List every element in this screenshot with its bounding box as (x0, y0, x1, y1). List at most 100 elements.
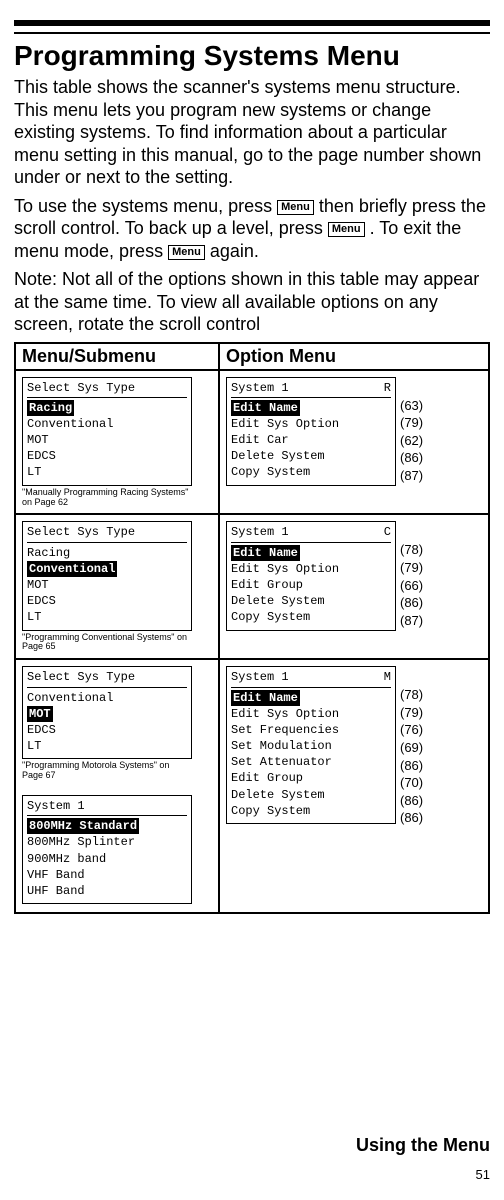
screen-item: Delete System (231, 593, 391, 609)
lcd-screen: System 1 800MHz Standard800MHz Splinter90… (22, 795, 192, 904)
screen-item: EDCS (27, 722, 187, 738)
screen-title: System 1 (27, 798, 187, 816)
table-cell-right: System 1CEdit NameEdit Sys OptionEdit Gr… (219, 514, 489, 659)
screen-item: Conventional (27, 416, 187, 432)
screen-item: Delete System (231, 787, 391, 803)
page-ref: (86) (400, 594, 423, 612)
table-cell-right: System 1R Edit NameEdit Sys OptionEdit Ca… (219, 370, 489, 515)
screen-item: VHF Band (27, 867, 187, 883)
table-cell-left: Select Sys TypeRacingConventionalMOTEDCS… (15, 370, 219, 515)
lcd-screen: Select Sys Type ConventionalMOTEDCSLT (22, 666, 192, 759)
rule-thin (14, 32, 490, 34)
page-ref: (66) (400, 577, 423, 595)
screen-item: EDCS (27, 448, 187, 464)
screen-title: System 1 (231, 669, 289, 685)
screen-item: Edit Car (231, 432, 391, 448)
page-ref: (76) (400, 721, 423, 739)
screen-item: Copy System (231, 464, 391, 480)
screen-item: 800MHz Standard (27, 818, 187, 834)
screen-title-row: System 1 M (231, 669, 391, 687)
table-cell-left: Select Sys Type ConventionalMOTEDCSLT "Pro… (15, 659, 219, 913)
screen-item: Racing (27, 400, 187, 416)
screen-item-highlighted: Edit Name (231, 690, 300, 706)
page-ref: (79) (400, 559, 423, 577)
table-cell-left: Select Sys Type RacingConventionalMOTEDCS… (15, 514, 219, 659)
lcd-screen: System 1R Edit NameEdit Sys OptionEdit Ca… (226, 377, 396, 486)
screen-item-highlighted: 800MHz Standard (27, 818, 139, 834)
section-heading: Programming Systems Menu (14, 40, 490, 72)
menu-table: Menu/Submenu Option Menu Select Sys Type… (14, 342, 490, 915)
intro-paragraph-3: Note: Not all of the options shown in th… (14, 268, 490, 336)
screen-item: Racing (27, 545, 187, 561)
col-header-left: Menu/Submenu (15, 343, 219, 370)
screen-item: Set Frequencies (231, 722, 391, 738)
screen-item: LT (27, 464, 187, 480)
screen-item-highlighted: Edit Name (231, 400, 300, 416)
page-ref-column: (63)(79)(62)(86)(87) (400, 377, 423, 485)
screen-suffix: C (384, 524, 391, 540)
screen-title: System 1 (231, 380, 289, 396)
intro-paragraph-2: To use the systems menu, press Menu then… (14, 195, 490, 263)
screen-item: Edit Sys Option (231, 416, 391, 432)
para2-part-a: To use the systems menu, press (14, 196, 277, 216)
screen-title: Select Sys Type (27, 669, 187, 687)
screen-item: EDCS (27, 593, 187, 609)
option-row: System 1R Edit NameEdit Sys OptionEdit Ca… (226, 377, 482, 488)
lcd-screen: Select Sys TypeRacingConventionalMOTEDCS… (22, 377, 192, 486)
screen-title: System 1 (231, 524, 289, 540)
screen-item: Delete System (231, 448, 391, 464)
col-header-right: Option Menu (219, 343, 489, 370)
page-ref: (86) (400, 449, 423, 467)
page: Programming Systems Menu This table show… (0, 20, 504, 1200)
screen-item: MOT (27, 706, 187, 722)
screen-item: Edit Name (231, 690, 391, 706)
screen-item: LT (27, 609, 187, 625)
lcd-screen: System 1 M Edit NameEdit Sys OptionSet Fre… (226, 666, 396, 824)
screen-title-row: System 1R (231, 380, 391, 398)
screen-item: 900MHz band (27, 851, 187, 867)
screen-item: Edit Sys Option (231, 561, 391, 577)
page-ref: (78) (400, 686, 423, 704)
screen-item: Set Attenuator (231, 754, 391, 770)
page-ref: (86) (400, 809, 423, 827)
screen-title-row: System 1 C (231, 524, 391, 542)
screen-caption: "Programming Conventional Systems" on Pa… (22, 633, 192, 653)
page-ref-column: (78)(79)(76)(69)(86)(70)(86)(86) (400, 666, 423, 826)
screen-item: Edit Sys Option (231, 706, 391, 722)
menu-key-icon: Menu (277, 200, 314, 215)
screen-item: 800MHz Splinter (27, 834, 187, 850)
intro-paragraph-1: This table shows the scanner's systems m… (14, 76, 490, 189)
screen-item: Edit Name (231, 545, 391, 561)
page-ref: (69) (400, 739, 423, 757)
page-ref: (87) (400, 467, 423, 485)
screen-item: Conventional (27, 690, 187, 706)
screen-caption: "Programming Motorola Systems" on Page 6… (22, 761, 192, 781)
menu-key-icon: Menu (328, 222, 365, 237)
screen-item-highlighted: Edit Name (231, 545, 300, 561)
page-ref: (70) (400, 774, 423, 792)
page-ref: (86) (400, 792, 423, 810)
page-ref: (62) (400, 432, 423, 450)
lcd-screen: System 1CEdit NameEdit Sys OptionEdit Gr… (226, 521, 396, 630)
page-ref: (87) (400, 612, 423, 630)
page-ref-column: (78)(79)(66)(86)(87) (400, 521, 423, 629)
option-row: System 1CEdit NameEdit Sys OptionEdit Gr… (226, 521, 482, 632)
lcd-screen: Select Sys Type RacingConventionalMOTEDCS… (22, 521, 192, 630)
para2-part-d: again. (210, 241, 259, 261)
table-cell-right: System 1 M Edit NameEdit Sys OptionSet Fre… (219, 659, 489, 913)
screen-item: Edit Name (231, 400, 391, 416)
screen-caption: "Manually Programming Racing Systems" on… (22, 488, 192, 508)
screen-item: MOT (27, 577, 187, 593)
page-ref: (78) (400, 541, 423, 559)
screen-item: Edit Group (231, 770, 391, 786)
screen-item: Copy System (231, 803, 391, 819)
screen-title: Select Sys Type (27, 524, 187, 542)
screen-item: LT (27, 738, 187, 754)
screen-item-highlighted: Conventional (27, 561, 117, 577)
screen-title: Select Sys Type (27, 380, 187, 398)
rule-thick (14, 20, 490, 26)
screen-suffix: M (384, 669, 391, 685)
screen-item: UHF Band (27, 883, 187, 899)
page-ref: (86) (400, 757, 423, 775)
screen-item-highlighted: Racing (27, 400, 74, 416)
